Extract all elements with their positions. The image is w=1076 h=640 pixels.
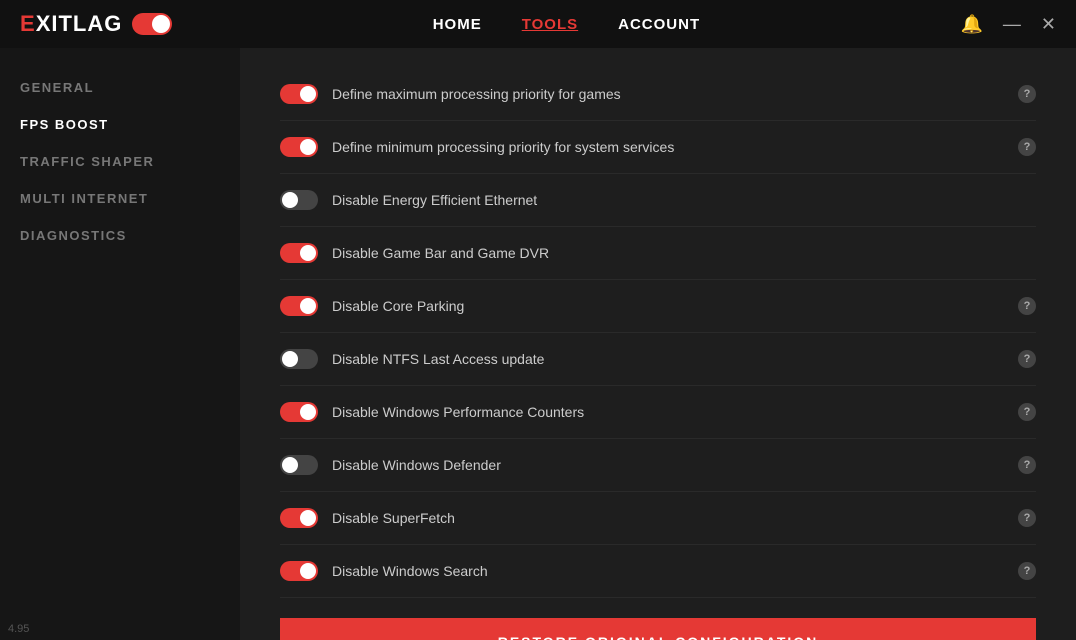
toggle-win-search[interactable] [280,561,318,581]
label-core-parking: Disable Core Parking [332,298,1004,314]
toggle-core-parking[interactable] [280,296,318,316]
title-bar-left: EXITLAG [20,11,172,37]
close-button[interactable]: ✕ [1041,15,1056,33]
label-defender: Disable Windows Defender [332,457,1004,473]
setting-row-defender: Disable Windows Defender? [280,439,1036,492]
setting-row-max-priority: Define maximum processing priority for g… [280,68,1036,121]
toggle-energy-ethernet[interactable] [280,190,318,210]
help-icon-win-search[interactable]: ? [1018,562,1036,580]
label-ntfs-access: Disable NTFS Last Access update [332,351,1004,367]
title-bar: EXITLAG HOME TOOLS ACCOUNT 🔔 — ✕ [0,0,1076,48]
help-icon-ntfs-access[interactable]: ? [1018,350,1036,368]
toggle-ntfs-access[interactable] [280,349,318,369]
toggle-perf-counters[interactable] [280,402,318,422]
setting-row-core-parking: Disable Core Parking? [280,280,1036,333]
nav-account[interactable]: ACCOUNT [618,16,700,33]
power-toggle[interactable] [132,13,172,35]
help-icon-max-priority[interactable]: ? [1018,85,1036,103]
setting-row-energy-ethernet: Disable Energy Efficient Ethernet [280,174,1036,227]
sidebar-item-multi-internet[interactable]: MULTI INTERNET [20,189,220,208]
label-max-priority: Define maximum processing priority for g… [332,86,1004,102]
setting-row-ntfs-access: Disable NTFS Last Access update? [280,333,1036,386]
sidebar-item-fps-boost[interactable]: FPS BOOST [20,115,220,134]
help-icon-perf-counters[interactable]: ? [1018,403,1036,421]
sidebar: GENERAL FPS BOOST TRAFFIC SHAPER MULTI I… [0,48,240,640]
nav-home[interactable]: HOME [433,16,482,33]
sidebar-item-diagnostics[interactable]: DIAGNOSTICS [20,226,220,245]
setting-row-perf-counters: Disable Windows Performance Counters? [280,386,1036,439]
label-energy-ethernet: Disable Energy Efficient Ethernet [332,192,1036,208]
sidebar-item-general[interactable]: GENERAL [20,78,220,97]
help-icon-defender[interactable]: ? [1018,456,1036,474]
logo-rest: XITLAG [36,11,123,36]
toggle-defender[interactable] [280,455,318,475]
setting-row-game-bar: Disable Game Bar and Game DVR [280,227,1036,280]
help-icon-superfetch[interactable]: ? [1018,509,1036,527]
version-text: 4.95 [8,623,29,635]
label-win-search: Disable Windows Search [332,563,1004,579]
toggle-superfetch[interactable] [280,508,318,528]
main-layout: GENERAL FPS BOOST TRAFFIC SHAPER MULTI I… [0,48,1076,640]
settings-list: Define maximum processing priority for g… [280,68,1036,598]
label-perf-counters: Disable Windows Performance Counters [332,404,1004,420]
label-game-bar: Disable Game Bar and Game DVR [332,245,1036,261]
label-min-priority: Define minimum processing priority for s… [332,139,1004,155]
content-area: Define maximum processing priority for g… [240,48,1076,640]
nav-links: HOME TOOLS ACCOUNT [433,16,700,33]
nav-tools[interactable]: TOOLS [522,16,578,33]
setting-row-win-search: Disable Windows Search? [280,545,1036,598]
restore-button[interactable]: RESTORE ORIGINAL CONFIGURATION [280,618,1036,640]
minimize-button[interactable]: — [1003,15,1021,33]
toggle-min-priority[interactable] [280,137,318,157]
setting-row-superfetch: Disable SuperFetch? [280,492,1036,545]
sidebar-item-traffic-shaper[interactable]: TRAFFIC SHAPER [20,152,220,171]
logo: EXITLAG [20,11,122,37]
label-superfetch: Disable SuperFetch [332,510,1004,526]
notification-icon[interactable]: 🔔 [960,14,982,35]
help-icon-core-parking[interactable]: ? [1018,297,1036,315]
toggle-max-priority[interactable] [280,84,318,104]
title-bar-right: 🔔 — ✕ [960,14,1056,35]
logo-e: E [20,11,36,36]
setting-row-min-priority: Define minimum processing priority for s… [280,121,1036,174]
help-icon-min-priority[interactable]: ? [1018,138,1036,156]
toggle-game-bar[interactable] [280,243,318,263]
